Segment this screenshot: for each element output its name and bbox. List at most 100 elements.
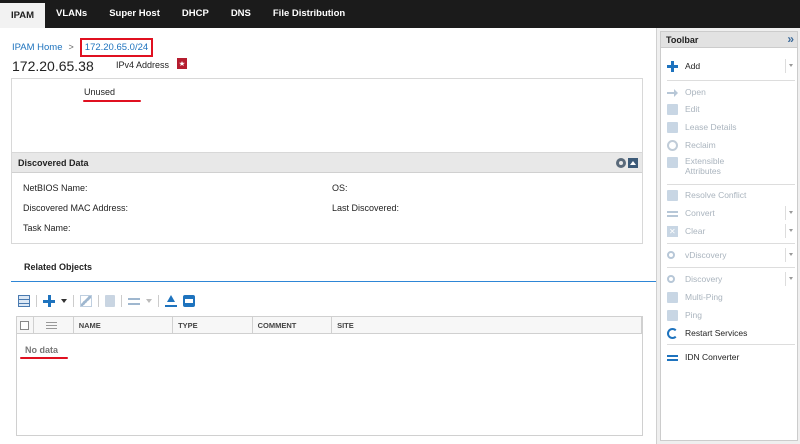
- reclaim-label: Reclaim: [685, 140, 716, 150]
- delete-icon: [105, 295, 115, 307]
- multi-ping-label: Multi-Ping: [685, 292, 723, 302]
- discovered-data-panel: Discovered Data NetBIOS Name: OS: Discov…: [11, 152, 643, 244]
- plus-icon: [667, 60, 678, 72]
- toolbar-divider: [98, 295, 99, 307]
- tab-ipam[interactable]: IPAM: [0, 0, 46, 28]
- grid-view-icon[interactable]: [18, 295, 30, 307]
- object-type-label: IPv4 Address: [116, 60, 170, 70]
- add-dropdown-arrow[interactable]: [785, 59, 795, 73]
- vdiscovery-label: vDiscovery: [685, 250, 727, 260]
- restart-icon: [667, 327, 678, 339]
- search-icon: [667, 275, 675, 283]
- related-objects-title: Related Objects: [24, 262, 93, 272]
- add-dropdown-icon[interactable]: [61, 299, 67, 303]
- reclaim-button[interactable]: Reclaim: [667, 138, 795, 152]
- last-discovered-label: Last Discovered:: [332, 203, 400, 213]
- select-all-checkbox[interactable]: [20, 321, 29, 330]
- discovered-data-body: NetBIOS Name: OS: Discovered MAC Address…: [12, 173, 642, 243]
- collapse-icon[interactable]: [628, 158, 638, 168]
- multi-ping-icon: [667, 291, 678, 303]
- clear-icon: [667, 225, 678, 237]
- idn-converter-icon: [667, 351, 678, 363]
- toolbar-panel: Toolbar » Add Open Edit Lease Details Re…: [660, 31, 798, 441]
- column-header-comment[interactable]: COMMENT: [253, 317, 333, 334]
- convert-icon: [128, 295, 140, 307]
- extensible-label-line1: Extensible: [685, 156, 725, 166]
- column-header-site[interactable]: SITE: [332, 317, 642, 334]
- discovered-data-header: Discovered Data: [12, 153, 642, 173]
- lease-details-button[interactable]: Lease Details: [667, 120, 795, 134]
- clear-button[interactable]: Clear: [667, 224, 795, 238]
- related-objects-table: NAME TYPE COMMENT SITE No data: [16, 316, 643, 436]
- vdiscovery-dropdown-arrow[interactable]: [785, 248, 795, 262]
- divider: [667, 80, 795, 81]
- edit-label: Edit: [685, 104, 700, 114]
- restart-services-button[interactable]: Restart Services: [667, 326, 795, 340]
- multi-ping-button[interactable]: Multi-Ping: [667, 290, 795, 304]
- tab-dns[interactable]: DNS: [220, 0, 262, 28]
- divider: [667, 267, 795, 268]
- convert-icon: [667, 207, 678, 219]
- print-icon[interactable]: [183, 295, 195, 307]
- gear-icon[interactable]: [616, 158, 626, 168]
- collapse-sidebar-icon[interactable]: »: [787, 33, 794, 46]
- clear-dropdown-arrow[interactable]: [785, 224, 795, 238]
- resolve-conflict-button[interactable]: Resolve Conflict: [667, 188, 795, 202]
- toolbar-divider: [158, 295, 159, 307]
- column-header-name[interactable]: NAME: [74, 317, 174, 334]
- resolve-conflict-icon: [667, 189, 678, 201]
- edit-icon: [667, 103, 678, 115]
- breadcrumb-network-link[interactable]: 172.20.65.0/24: [79, 37, 154, 57]
- main-content: IPAM Home > 172.20.65.0/24 172.20.65.38 …: [0, 28, 656, 444]
- discovered-data-title: Discovered Data: [18, 157, 89, 168]
- convert-button[interactable]: Convert: [667, 206, 795, 220]
- divider: [667, 184, 795, 185]
- ping-label: Ping: [685, 310, 703, 320]
- extensible-attributes-button[interactable]: Extensible Attributes: [667, 156, 795, 180]
- column-header-type[interactable]: TYPE: [173, 317, 253, 334]
- discovery-button[interactable]: Discovery: [667, 272, 795, 286]
- open-button[interactable]: Open: [667, 85, 795, 99]
- open-arrow-icon: [667, 86, 678, 98]
- ping-icon: [667, 309, 678, 321]
- clear-label: Clear: [685, 226, 706, 236]
- task-name-label: Task Name:: [23, 223, 71, 233]
- highlight-underline: [83, 100, 141, 102]
- bookmark-flag-icon[interactable]: [177, 58, 187, 69]
- idn-converter-button[interactable]: IDN Converter: [667, 350, 795, 364]
- right-sidebar: Toolbar » Add Open Edit Lease Details Re…: [656, 28, 800, 444]
- discovery-label: Discovery: [685, 274, 723, 284]
- highlight-underline: [20, 357, 68, 359]
- add-button[interactable]: Add: [667, 59, 795, 73]
- toolbar-title: Toolbar: [666, 34, 699, 45]
- lease-details-icon: [667, 121, 678, 133]
- add-label: Add: [685, 61, 701, 71]
- idn-converter-label: IDN Converter: [685, 352, 740, 362]
- ping-button[interactable]: Ping: [667, 308, 795, 322]
- column-menu-icon[interactable]: [45, 322, 57, 329]
- toolbar-divider: [73, 295, 74, 307]
- vdiscovery-button[interactable]: vDiscovery: [667, 248, 795, 262]
- breadcrumb-home-link[interactable]: IPAM Home: [12, 42, 63, 53]
- tab-dhcp[interactable]: DHCP: [171, 0, 220, 28]
- breadcrumb-separator: >: [68, 42, 74, 52]
- discovery-dropdown-arrow[interactable]: [785, 272, 795, 286]
- tab-vlans[interactable]: VLANs: [45, 0, 98, 28]
- add-icon[interactable]: [43, 295, 55, 307]
- search-icon: [667, 251, 675, 259]
- edit-button[interactable]: Edit: [667, 102, 795, 116]
- convert-dropdown-arrow[interactable]: [785, 206, 795, 220]
- tab-file-distribution[interactable]: File Distribution: [262, 0, 356, 28]
- divider: [667, 344, 795, 345]
- table-header: NAME TYPE COMMENT SITE: [17, 317, 642, 334]
- open-label: Open: [685, 87, 706, 97]
- export-icon[interactable]: [165, 295, 177, 307]
- discovered-mac-label: Discovered MAC Address:: [23, 203, 129, 213]
- related-toolbar: [18, 294, 201, 308]
- divider: [667, 243, 795, 244]
- extensible-label-line2: Attributes: [685, 166, 721, 176]
- tab-super-host[interactable]: Super Host: [98, 0, 171, 28]
- extensible-attributes-label: Extensible Attributes: [685, 156, 724, 176]
- netbios-name-label: NetBIOS Name:: [23, 183, 88, 193]
- convert-label: Convert: [685, 208, 715, 218]
